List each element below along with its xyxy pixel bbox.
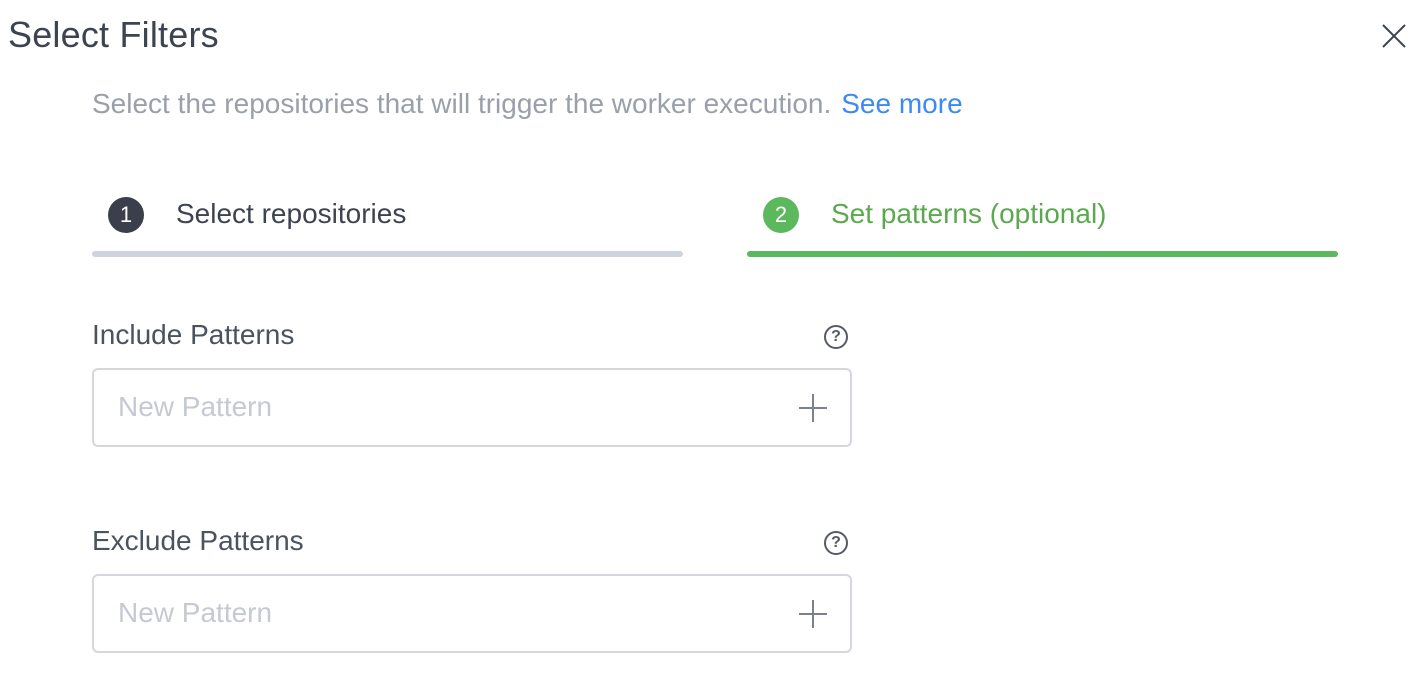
- add-exclude-pattern-button[interactable]: [798, 599, 828, 629]
- plus-icon: [799, 600, 827, 628]
- close-button[interactable]: [1380, 22, 1408, 50]
- plus-icon: [799, 394, 827, 422]
- select-filters-dialog: Select Filters Select the repositories t…: [0, 0, 1428, 697]
- step-number-badge: 1: [108, 197, 144, 233]
- exclude-help-icon[interactable]: ?: [824, 531, 848, 555]
- see-more-link[interactable]: See more: [841, 88, 962, 119]
- step-label: Select repositories: [176, 198, 407, 229]
- step-label: Set patterns (optional): [831, 198, 1107, 229]
- step-progress-bar: [92, 251, 683, 257]
- step-number-badge: 2: [763, 197, 799, 233]
- dialog-subtitle: Select the repositories that will trigge…: [92, 88, 963, 120]
- step-progress-bar: [747, 251, 1338, 257]
- exclude-pattern-input[interactable]: [118, 592, 758, 634]
- close-icon: [1382, 24, 1406, 48]
- include-pattern-field: [92, 368, 852, 447]
- subtitle-text: Select the repositories that will trigge…: [92, 88, 832, 119]
- include-pattern-input[interactable]: [118, 386, 758, 428]
- exclude-patterns-label: Exclude Patterns: [92, 525, 304, 556]
- exclude-pattern-field: [92, 574, 852, 653]
- dialog-title: Select Filters: [8, 14, 219, 55]
- step-select-repositories[interactable]: 1 Select repositories: [92, 196, 683, 260]
- include-patterns-label: Include Patterns: [92, 319, 295, 350]
- add-include-pattern-button[interactable]: [798, 393, 828, 423]
- step-set-patterns[interactable]: 2 Set patterns (optional): [747, 196, 1338, 260]
- include-help-icon[interactable]: ?: [824, 325, 848, 349]
